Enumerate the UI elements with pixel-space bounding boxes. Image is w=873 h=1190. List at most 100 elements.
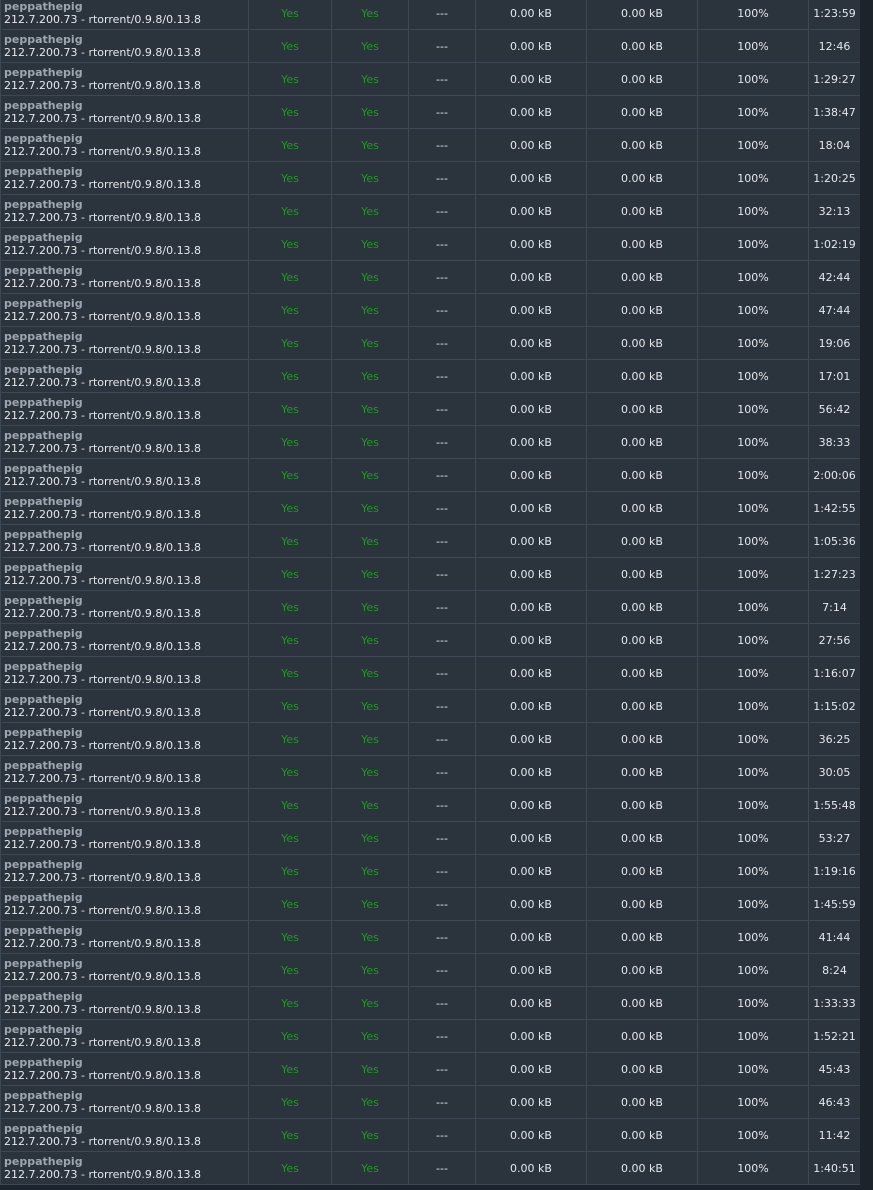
peer-row[interactable]: peppathepig 212.7.200.73 - rtorrent/0.9.… [0,128,861,162]
peer-interested-cell: Yes [248,0,332,30]
peer-username: peppathepig [4,594,83,607]
peer-row[interactable]: peppathepig 212.7.200.73 - rtorrent/0.9.… [0,524,861,558]
peer-done-cell: 100% [697,425,809,459]
peer-time-cell: 47:44 [808,293,861,327]
peer-time-cell: 38:33 [808,425,861,459]
peer-row[interactable]: peppathepig 212.7.200.73 - rtorrent/0.9.… [0,1052,861,1086]
peer-uploaded-cell: 0.00 kB [586,458,698,492]
peer-username: peppathepig [4,825,83,838]
peer-choked-cell: Yes [331,722,409,756]
peer-row[interactable]: peppathepig 212.7.200.73 - rtorrent/0.9.… [0,392,861,426]
peer-row[interactable]: peppathepig 212.7.200.73 - rtorrent/0.9.… [0,0,861,30]
peer-username: peppathepig [4,495,83,508]
peer-downloaded-cell: 0.00 kB [475,95,587,129]
peer-row[interactable]: peppathepig 212.7.200.73 - rtorrent/0.9.… [0,227,861,261]
peer-client-cell: peppathepig 212.7.200.73 - rtorrent/0.9.… [0,1019,249,1053]
peer-row[interactable]: peppathepig 212.7.200.73 - rtorrent/0.9.… [0,194,861,228]
peer-interested-cell: Yes [248,590,332,624]
peer-row[interactable]: peppathepig 212.7.200.73 - rtorrent/0.9.… [0,656,861,690]
peer-row[interactable]: peppathepig 212.7.200.73 - rtorrent/0.9.… [0,29,861,63]
peer-downloaded-cell: 0.00 kB [475,62,587,96]
peer-row[interactable]: peppathepig 212.7.200.73 - rtorrent/0.9.… [0,1151,861,1185]
peer-username: peppathepig [4,264,83,277]
peer-row[interactable]: peppathepig 212.7.200.73 - rtorrent/0.9.… [0,1019,861,1053]
peer-interested-cell: Yes [248,788,332,822]
peer-row[interactable]: peppathepig 212.7.200.73 - rtorrent/0.9.… [0,920,861,954]
peer-interested-cell: Yes [248,260,332,294]
peer-client-cell: peppathepig 212.7.200.73 - rtorrent/0.9.… [0,689,249,723]
peer-row[interactable]: peppathepig 212.7.200.73 - rtorrent/0.9.… [0,854,861,888]
peer-row[interactable]: peppathepig 212.7.200.73 - rtorrent/0.9.… [0,62,861,96]
peer-username: peppathepig [4,198,83,211]
peer-time-cell: 7:14 [808,590,861,624]
peer-row[interactable]: peppathepig 212.7.200.73 - rtorrent/0.9.… [0,755,861,789]
peer-address-client: 212.7.200.73 - rtorrent/0.9.8/0.13.8 [4,607,202,620]
peer-row[interactable]: peppathepig 212.7.200.73 - rtorrent/0.9.… [0,623,861,657]
peer-row[interactable]: peppathepig 212.7.200.73 - rtorrent/0.9.… [0,722,861,756]
peer-downloaded-cell: 0.00 kB [475,293,587,327]
peer-row[interactable]: peppathepig 212.7.200.73 - rtorrent/0.9.… [0,161,861,195]
peer-choked-cell: Yes [331,986,409,1020]
peer-row[interactable]: peppathepig 212.7.200.73 - rtorrent/0.9.… [0,887,861,921]
peer-flags-cell: --- [408,986,476,1020]
peer-client-cell: peppathepig 212.7.200.73 - rtorrent/0.9.… [0,0,249,30]
scroll-track[interactable] [860,0,873,1190]
peer-username: peppathepig [4,66,83,79]
peer-flags-cell: --- [408,590,476,624]
peer-flags-cell: --- [408,920,476,954]
peer-row[interactable]: peppathepig 212.7.200.73 - rtorrent/0.9.… [0,953,861,987]
peer-address-client: 212.7.200.73 - rtorrent/0.9.8/0.13.8 [4,79,202,92]
peer-row[interactable]: peppathepig 212.7.200.73 - rtorrent/0.9.… [0,788,861,822]
peer-row[interactable]: peppathepig 212.7.200.73 - rtorrent/0.9.… [0,425,861,459]
peer-flags-cell: --- [408,854,476,888]
peer-address-client: 212.7.200.73 - rtorrent/0.9.8/0.13.8 [4,640,202,653]
peer-row[interactable]: peppathepig 212.7.200.73 - rtorrent/0.9.… [0,821,861,855]
peer-done-cell: 100% [697,953,809,987]
peer-time-cell: 27:56 [808,623,861,657]
peer-choked-cell: Yes [331,1052,409,1086]
peer-flags-cell: --- [408,392,476,426]
peer-row[interactable]: peppathepig 212.7.200.73 - rtorrent/0.9.… [0,590,861,624]
peer-interested-cell: Yes [248,62,332,96]
peer-flags-cell: --- [408,1118,476,1152]
peer-flags-cell: --- [408,953,476,987]
peer-row[interactable]: peppathepig 212.7.200.73 - rtorrent/0.9.… [0,1085,861,1119]
peer-time-cell: 18:04 [808,128,861,162]
peer-client-cell: peppathepig 212.7.200.73 - rtorrent/0.9.… [0,557,249,591]
peer-username: peppathepig [4,990,83,1003]
peer-row[interactable]: peppathepig 212.7.200.73 - rtorrent/0.9.… [0,986,861,1020]
peer-row[interactable]: peppathepig 212.7.200.73 - rtorrent/0.9.… [0,491,861,525]
peer-downloaded-cell: 0.00 kB [475,1019,587,1053]
peer-row[interactable]: peppathepig 212.7.200.73 - rtorrent/0.9.… [0,557,861,591]
peer-client-cell: peppathepig 212.7.200.73 - rtorrent/0.9.… [0,722,249,756]
peer-address-client: 212.7.200.73 - rtorrent/0.9.8/0.13.8 [4,343,202,356]
peer-interested-cell: Yes [248,821,332,855]
peer-choked-cell: Yes [331,326,409,360]
peer-time-cell: 1:40:51 [808,1151,861,1185]
peer-row[interactable]: peppathepig 212.7.200.73 - rtorrent/0.9.… [0,458,861,492]
peer-row[interactable]: peppathepig 212.7.200.73 - rtorrent/0.9.… [0,326,861,360]
peer-row[interactable]: peppathepig 212.7.200.73 - rtorrent/0.9.… [0,359,861,393]
peer-username: peppathepig [4,99,83,112]
peer-address-client: 212.7.200.73 - rtorrent/0.9.8/0.13.8 [4,541,202,554]
peer-row[interactable]: peppathepig 212.7.200.73 - rtorrent/0.9.… [0,293,861,327]
peer-username: peppathepig [4,1023,83,1036]
peer-downloaded-cell: 0.00 kB [475,29,587,63]
peer-row[interactable]: peppathepig 212.7.200.73 - rtorrent/0.9.… [0,260,861,294]
peer-row[interactable]: peppathepig 212.7.200.73 - rtorrent/0.9.… [0,95,861,129]
peer-flags-cell: --- [408,887,476,921]
peer-flags-cell: --- [408,788,476,822]
peer-row[interactable]: peppathepig 212.7.200.73 - rtorrent/0.9.… [0,1118,861,1152]
peer-done-cell: 100% [697,491,809,525]
peer-uploaded-cell: 0.00 kB [586,689,698,723]
peer-done-cell: 100% [697,392,809,426]
peer-time-cell: 1:52:21 [808,1019,861,1053]
peer-flags-cell: --- [408,359,476,393]
peer-flags-cell: --- [408,656,476,690]
peer-choked-cell: Yes [331,1019,409,1053]
peer-done-cell: 100% [697,1085,809,1119]
peer-uploaded-cell: 0.00 kB [586,326,698,360]
peer-row[interactable]: peppathepig 212.7.200.73 - rtorrent/0.9.… [0,689,861,723]
peer-flags-cell: --- [408,29,476,63]
peer-uploaded-cell: 0.00 kB [586,557,698,591]
